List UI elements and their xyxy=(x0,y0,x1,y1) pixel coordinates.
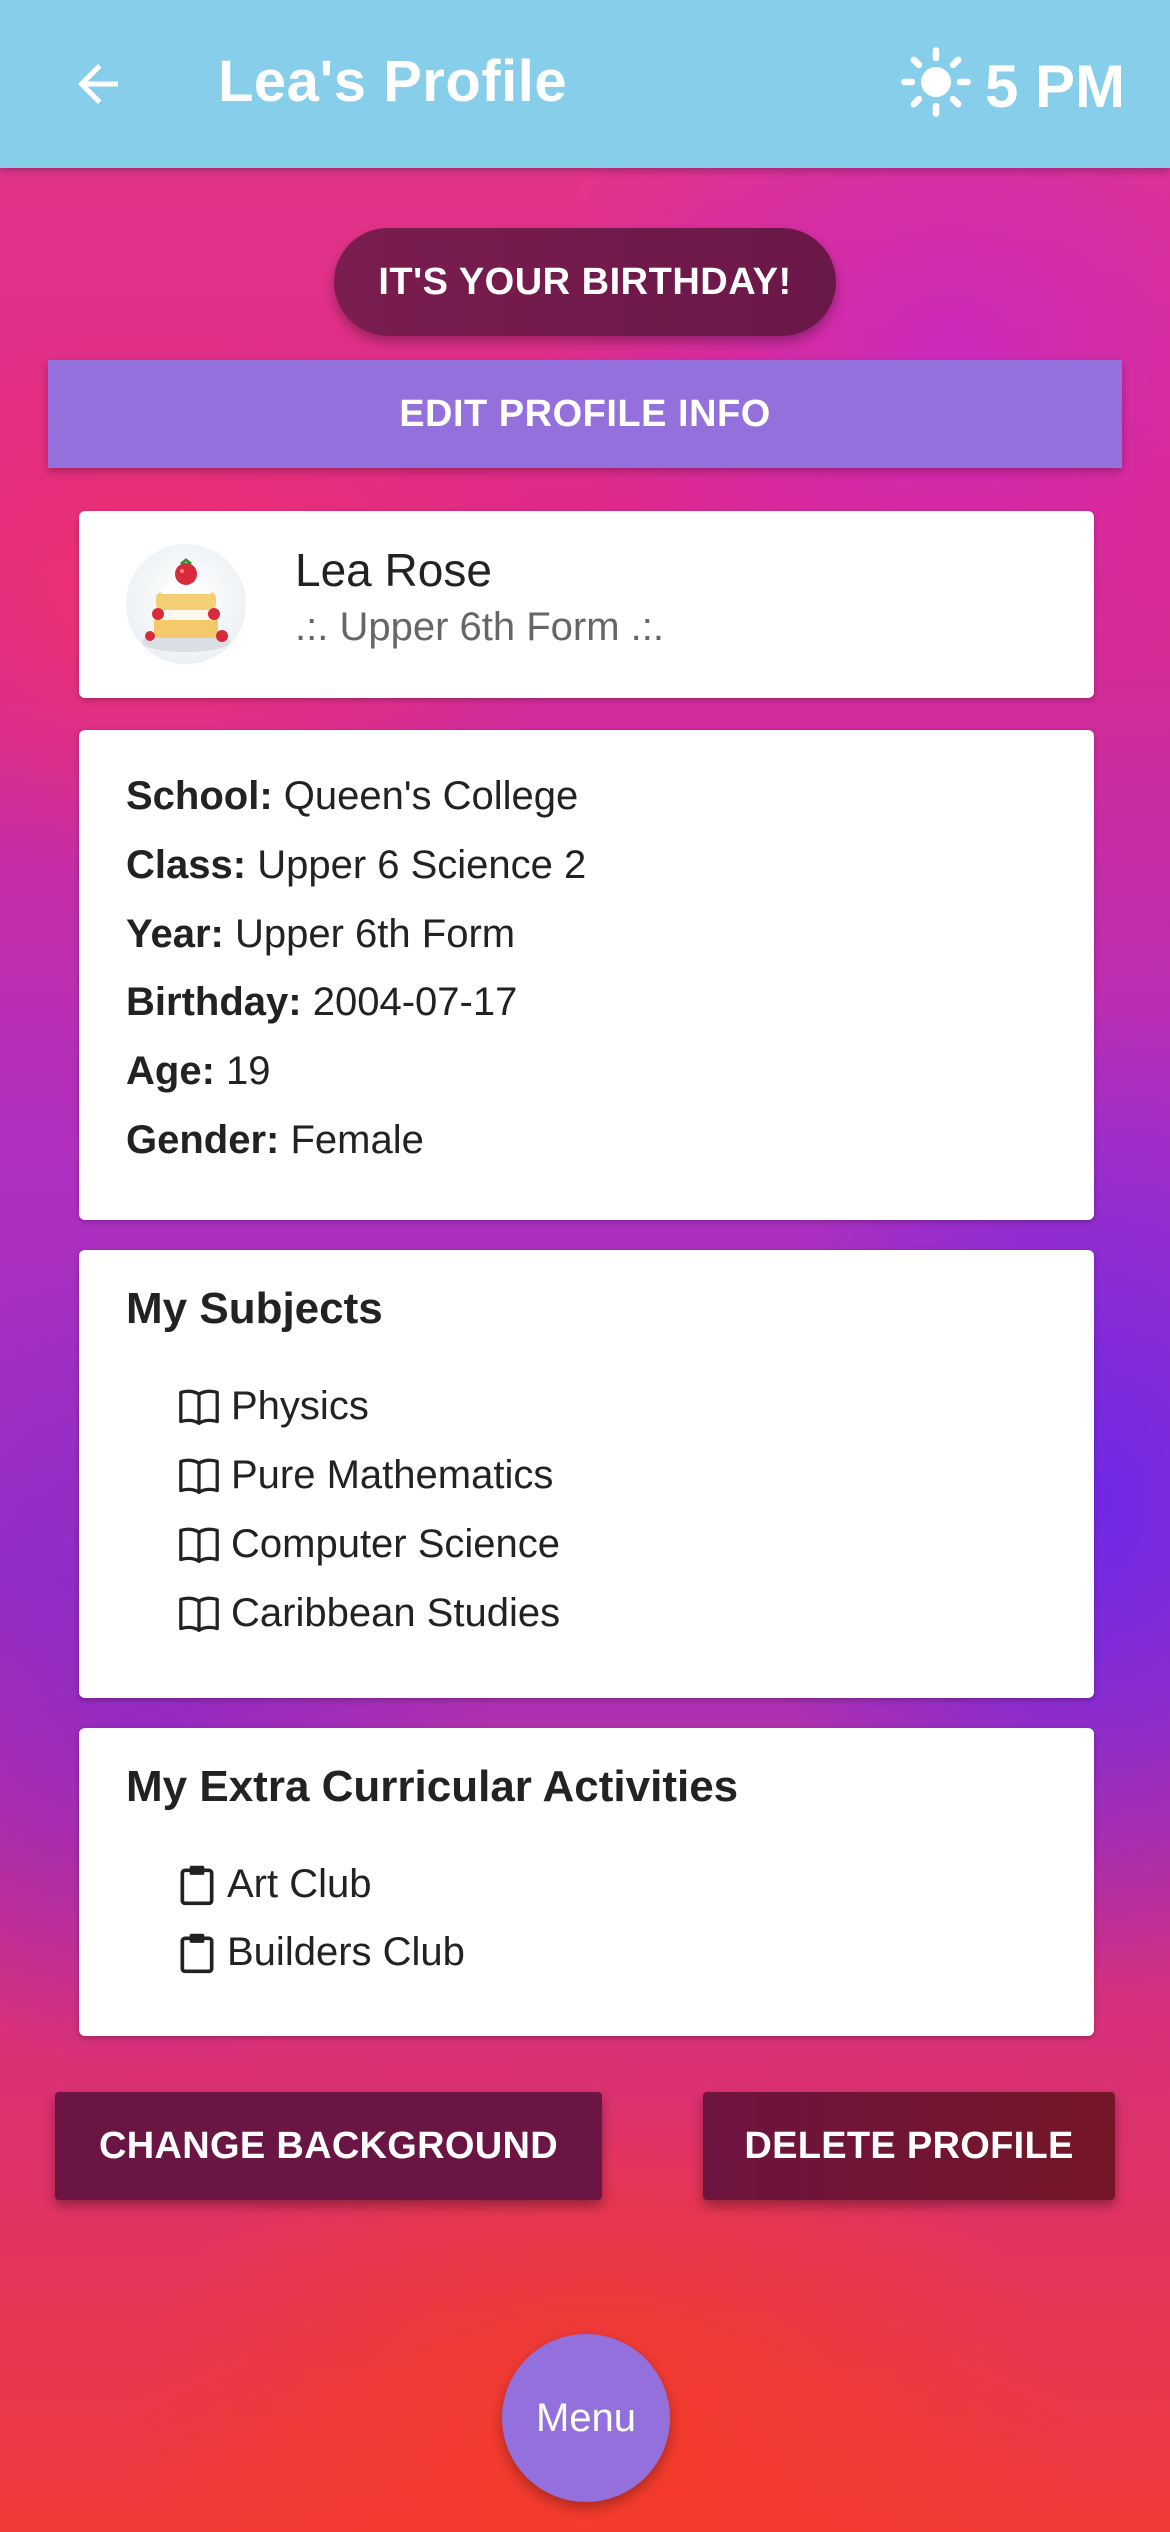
info-row-year: Year: Upper 6th Form xyxy=(126,912,515,957)
info-label: Birthday: xyxy=(126,980,302,1024)
info-value: Upper 6th Form xyxy=(234,912,516,956)
subject-item: Computer Science xyxy=(177,1522,560,1567)
subject-label: Computer Science xyxy=(231,1522,561,1566)
clipboard-icon xyxy=(180,1933,214,1973)
info-value: Female xyxy=(290,1118,424,1162)
cake-image xyxy=(142,558,230,652)
app-bar: Lea's Profile 5 PM xyxy=(0,0,1170,168)
profile-name: Lea Rose xyxy=(295,544,492,596)
activity-item: Art Club xyxy=(177,1862,372,1907)
subject-label: Pure Mathematics xyxy=(231,1453,554,1497)
book-icon xyxy=(179,1389,219,1425)
sun-icon xyxy=(901,47,971,117)
activities-card: My Extra Curricular Activities Art Club … xyxy=(79,1728,1094,2036)
profile-subtitle: .:. Upper 6th Form .:. xyxy=(295,605,665,649)
clipboard-icon xyxy=(180,1865,214,1905)
activity-label: Art Club xyxy=(227,1862,372,1906)
activity-item: Builders Club xyxy=(177,1930,465,1975)
time-label: 5 PM xyxy=(985,53,1126,120)
subject-item: Pure Mathematics xyxy=(177,1453,553,1498)
arrow-left-icon xyxy=(78,64,118,104)
book-icon xyxy=(179,1596,219,1632)
delete-profile-button[interactable]: DELETE PROFILE xyxy=(703,2092,1115,2200)
menu-button[interactable]: Menu xyxy=(502,2334,670,2502)
info-label: Age: xyxy=(126,1049,215,1093)
info-label: School: xyxy=(126,774,273,818)
info-label: Class: xyxy=(126,843,247,887)
info-row-age: Age: 19 xyxy=(126,1049,271,1094)
info-value: 2004-07-17 xyxy=(312,980,518,1024)
info-card: School: Queen's College Class: Upper 6 S… xyxy=(79,730,1094,1220)
book-icon xyxy=(179,1458,219,1494)
info-label: Gender: xyxy=(126,1118,280,1162)
activity-label: Builders Club xyxy=(227,1930,465,1974)
activities-heading: My Extra Curricular Activities xyxy=(126,1762,739,1811)
subject-item: Caribbean Studies xyxy=(177,1591,560,1636)
info-value: Upper 6 Science 2 xyxy=(257,843,587,887)
change-background-button[interactable]: CHANGE BACKGROUND xyxy=(55,2092,602,2200)
info-value: 19 xyxy=(226,1049,271,1093)
profile-card: Lea Rose .:. Upper 6th Form .:. xyxy=(79,511,1094,698)
info-row-gender: Gender: Female xyxy=(126,1118,424,1163)
subjects-heading: My Subjects xyxy=(126,1284,383,1333)
info-row-class: Class: Upper 6 Science 2 xyxy=(126,843,586,888)
subject-label: Caribbean Studies xyxy=(231,1591,561,1635)
subjects-card: My Subjects Physics Pure Mathematics Com… xyxy=(79,1250,1094,1698)
subject-label: Physics xyxy=(231,1384,369,1428)
edit-profile-button[interactable]: EDIT PROFILE INFO xyxy=(48,360,1122,468)
subject-item: Physics xyxy=(177,1384,369,1429)
avatar xyxy=(126,544,246,664)
info-label: Year: xyxy=(126,912,224,956)
birthday-banner[interactable]: IT'S YOUR BIRTHDAY! xyxy=(334,228,836,336)
back-button[interactable] xyxy=(58,44,138,124)
info-row-birthday: Birthday: 2004-07-17 xyxy=(126,980,517,1025)
page-title: Lea's Profile xyxy=(218,49,568,114)
info-row-school: School: Queen's College xyxy=(126,774,578,819)
book-icon xyxy=(179,1527,219,1563)
info-value: Queen's College xyxy=(283,774,579,818)
